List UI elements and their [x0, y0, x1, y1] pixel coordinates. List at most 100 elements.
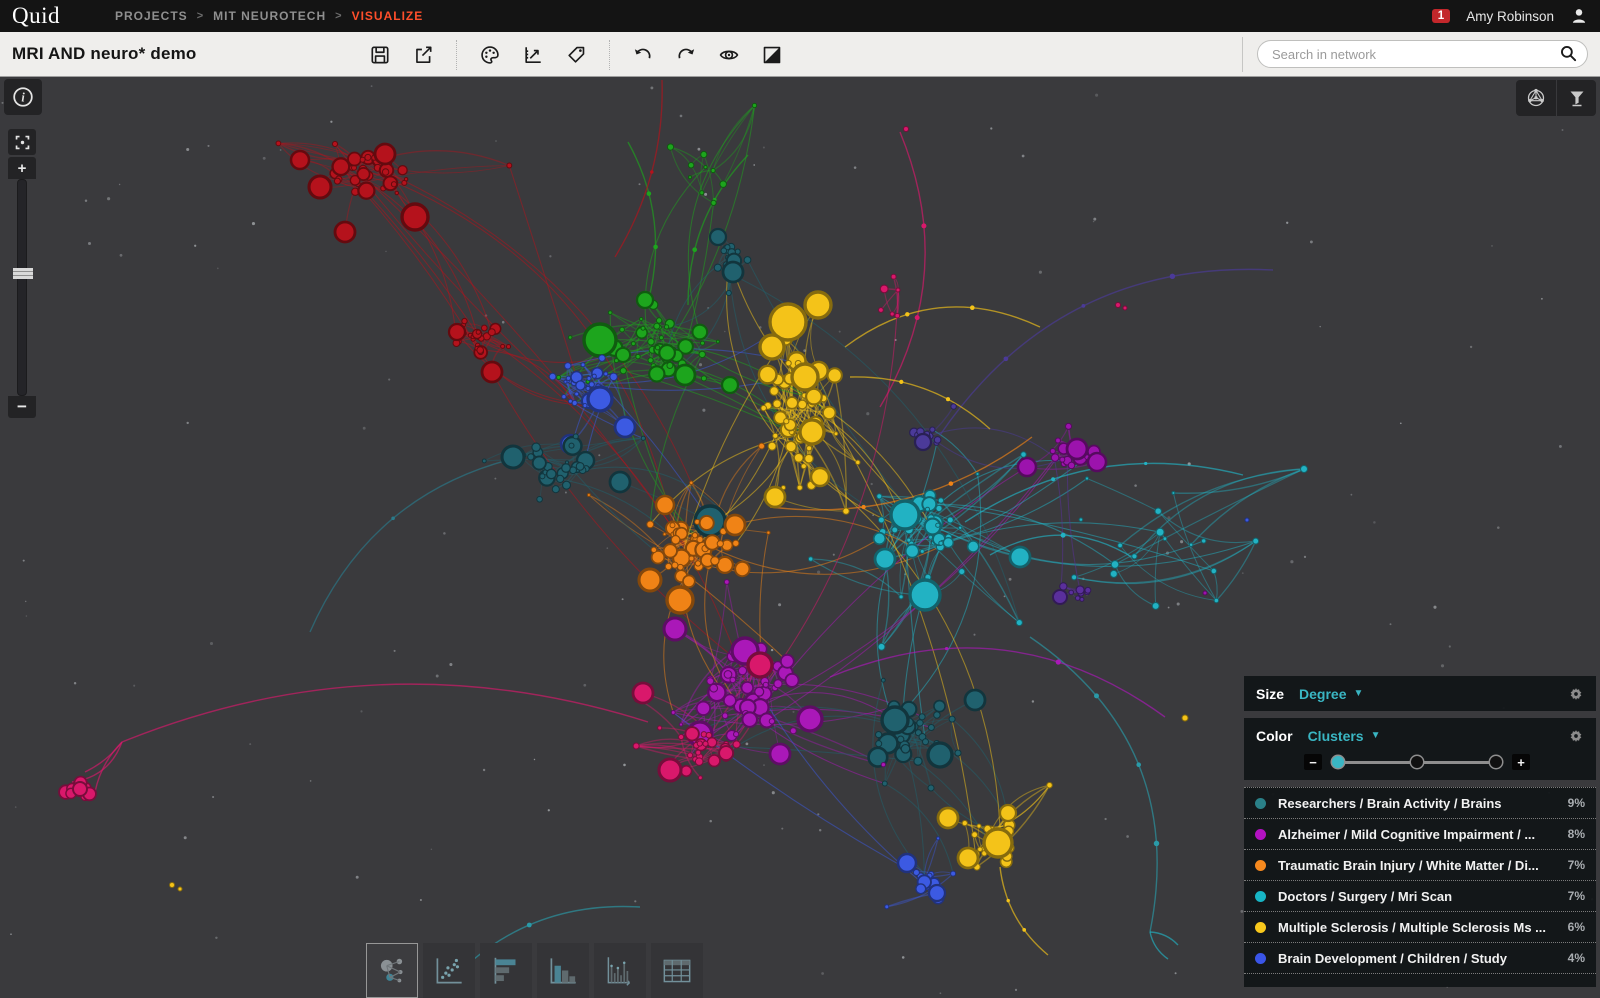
- gear-icon: [1570, 729, 1582, 742]
- filter-icon: [1570, 91, 1583, 107]
- redo-icon: [678, 48, 695, 58]
- view-switcher-histogram-view[interactable]: [537, 943, 589, 998]
- cluster-percent: 6%: [1567, 920, 1585, 934]
- user-avatar-icon[interactable]: [1570, 7, 1588, 25]
- cluster-granularity-slider: − +: [1304, 754, 1596, 770]
- granularity-stop-3[interactable]: [1490, 755, 1502, 768]
- export-icon: [416, 45, 432, 63]
- search-icon[interactable]: [1559, 44, 1578, 68]
- cluster-percent: 4%: [1567, 951, 1585, 965]
- color-setting-row: Color Clusters ▼: [1244, 718, 1596, 753]
- view-switcher-table-view[interactable]: [651, 943, 703, 998]
- cluster-percent: 7%: [1567, 889, 1585, 903]
- color-settings-button[interactable]: [1568, 728, 1584, 744]
- cluster-label: Alzheimer / Mild Cognitive Impairment / …: [1278, 826, 1536, 842]
- breadcrumb-separator: >: [196, 10, 205, 22]
- undo-icon: [634, 48, 651, 58]
- toolbar-group-divider: [456, 39, 457, 70]
- size-dropdown[interactable]: Degree ▼: [1299, 686, 1363, 702]
- cluster-color-dot: [1255, 859, 1266, 871]
- user-name[interactable]: Amy Robinson: [1466, 9, 1554, 24]
- chevron-down-icon: ▼: [1353, 688, 1364, 699]
- breadcrumb-item-projects[interactable]: PROJECTS: [115, 9, 188, 23]
- color-label: Color: [1256, 727, 1293, 744]
- quid-logo[interactable]: Quid: [12, 3, 60, 29]
- cluster-color-dot: [1255, 921, 1266, 933]
- granularity-stop-2[interactable]: [1411, 755, 1423, 768]
- zoom-slider-track[interactable]: [13, 179, 33, 396]
- cluster-color-dot: [1255, 890, 1266, 902]
- breadcrumb-item-visualize[interactable]: VISUALIZE: [352, 9, 424, 23]
- legend-item[interactable]: Traumatic Brain Injury / White Matter / …: [1244, 850, 1596, 881]
- size-settings-button[interactable]: [1568, 686, 1584, 702]
- network-ball-icon: [1527, 88, 1545, 107]
- tag-button[interactable]: [562, 40, 590, 70]
- legend-item[interactable]: Multiple Sclerosis / Multiple Sclerosis …: [1244, 912, 1596, 943]
- undo-button[interactable]: [629, 40, 657, 70]
- cluster-label: Researchers / Brain Activity / Brains: [1278, 795, 1502, 811]
- palette-icon: [481, 45, 499, 64]
- legend-item[interactable]: Brain Development / Children / Study 4%: [1244, 943, 1596, 974]
- histogram-view-icon: [550, 957, 576, 983]
- save-button[interactable]: [366, 40, 394, 70]
- decrease-clusters-button[interactable]: −: [1304, 754, 1322, 770]
- size-label: Size: [1256, 685, 1285, 702]
- cluster-legend: Researchers / Brain Activity / Brains 9% A…: [1244, 787, 1596, 987]
- top-nav-bar: Quid PROJECTS > MIT NEUROTECH > VISUALIZE 1 …: [0, 0, 1600, 32]
- cluster-label: Brain Development / Children / Study: [1278, 950, 1507, 966]
- bars-horizontal-view-icon: [494, 957, 516, 984]
- cluster-percent: 7%: [1567, 858, 1585, 872]
- legend-item[interactable]: Alzheimer / Mild Cognitive Impairment / …: [1244, 819, 1596, 850]
- svg-text:i: i: [21, 91, 25, 105]
- contrast-button[interactable]: [758, 40, 786, 70]
- cluster-color-dot: [1255, 828, 1266, 840]
- cluster-color-dot: [1255, 952, 1266, 964]
- fit-to-screen-button[interactable]: [8, 129, 36, 155]
- notification-badge[interactable]: 1: [1431, 9, 1451, 23]
- view-switcher-bars-horizontal-view[interactable]: [480, 943, 532, 998]
- toolbar-icons: [366, 32, 786, 77]
- cluster-percent: 9%: [1567, 796, 1585, 810]
- legend-item[interactable]: Researchers / Brain Activity / Brains 9%: [1244, 788, 1596, 819]
- legend-item[interactable]: Doctors / Surgery / Mri Scan 7%: [1244, 881, 1596, 912]
- palette-button[interactable]: [476, 40, 504, 70]
- toolbar-divider: [1242, 37, 1243, 72]
- save-icon: [371, 45, 389, 64]
- breadcrumb-item-mit-neurotech[interactable]: MIT NEUROTECH: [213, 9, 326, 23]
- chevron-down-icon: ▼: [1370, 730, 1381, 741]
- info-button[interactable]: i: [4, 79, 42, 115]
- view-switcher: [366, 943, 703, 998]
- cluster-percent: 8%: [1567, 827, 1585, 841]
- filter-button[interactable]: [1556, 80, 1596, 116]
- breadcrumb-separator: >: [335, 10, 343, 22]
- view-switcher-scatter-view[interactable]: [423, 943, 475, 998]
- cluster-label: Multiple Sclerosis / Multiple Sclerosis …: [1278, 919, 1547, 935]
- redo-button[interactable]: [672, 40, 700, 70]
- view-switcher-timeline-view[interactable]: [594, 943, 646, 998]
- zoom-in-button[interactable]: +: [8, 157, 36, 179]
- contrast-icon: [763, 46, 781, 63]
- cluster-color-dot: [1255, 797, 1266, 809]
- export-button[interactable]: [409, 40, 437, 70]
- network-layout-button[interactable]: [1516, 80, 1556, 116]
- table-view-icon: [663, 959, 691, 982]
- chart-range-button[interactable]: [519, 40, 547, 70]
- granularity-track[interactable]: [1332, 755, 1502, 768]
- granularity-stop-1[interactable]: [1332, 755, 1344, 768]
- breadcrumb: PROJECTS > MIT NEUROTECH > VISUALIZE: [115, 9, 423, 23]
- network-canvas-area: i + − Size Degree ▼ Color Clusters ▼ − +…: [0, 77, 1600, 998]
- zoom-slider-handle[interactable]: [10, 264, 36, 283]
- view-switcher-network-view[interactable]: [366, 943, 418, 998]
- increase-clusters-button[interactable]: +: [1512, 754, 1530, 770]
- cluster-label: Doctors / Surgery / Mri Scan: [1278, 888, 1453, 904]
- visual-settings-panel: Size Degree ▼ Color Clusters ▼ − + Resea…: [1244, 676, 1596, 987]
- color-dropdown[interactable]: Clusters ▼: [1308, 728, 1381, 744]
- page-title: MRI AND neuro* demo: [12, 44, 197, 63]
- eye-icon: [719, 50, 739, 59]
- color-setting-card: Color Clusters ▼ − +: [1244, 718, 1596, 780]
- search-input[interactable]: [1257, 40, 1588, 68]
- zoom-out-button[interactable]: −: [8, 396, 36, 418]
- cluster-label: Traumatic Brain Injury / White Matter / …: [1278, 857, 1539, 873]
- eye-button[interactable]: [715, 40, 743, 70]
- network-view-icon: [380, 958, 403, 982]
